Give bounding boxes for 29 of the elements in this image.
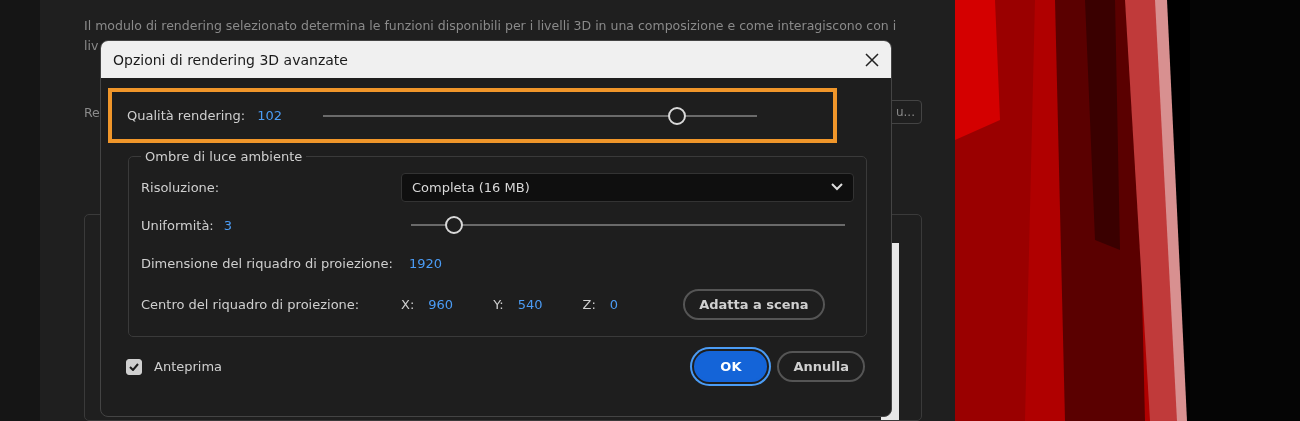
- chevron-icon: [831, 183, 843, 191]
- preview-label: Anteprima: [154, 359, 223, 374]
- slider-thumb[interactable]: [668, 106, 687, 125]
- resolution-dropdown[interactable]: Completa (16 MB): [401, 172, 854, 202]
- coordinate-value[interactable]: 960: [428, 296, 454, 312]
- slider-thumb[interactable]: [445, 216, 464, 234]
- size-value[interactable]: 1920: [408, 255, 442, 271]
- coordinate-value[interactable]: 0: [609, 296, 619, 312]
- field-label: Re: [84, 104, 100, 120]
- coordinate-value[interactable]: 540: [517, 296, 543, 312]
- dialog-title: Opzioni di rendering 3D avanzate: [113, 51, 348, 68]
- axis-label: X:: [401, 296, 415, 312]
- cancel-button[interactable]: Annulla: [777, 351, 865, 382]
- fit-scene-button[interactable]: Adatta a scena: [683, 288, 825, 320]
- uniformity-label: Uniformità:: [141, 217, 214, 233]
- size-label: Dimensione del riquadro di proiezione:: [141, 255, 393, 271]
- check-icon: [129, 362, 139, 371]
- resolution-label: Risoluzione:: [141, 179, 220, 195]
- axis-label: Z:: [582, 296, 596, 312]
- description-text: liv: [84, 37, 99, 55]
- close-icon[interactable]: [865, 52, 879, 67]
- center-label: Centro del riquadro di proiezione:: [141, 296, 361, 312]
- quality-label: Qualità rendering:: [127, 108, 246, 123]
- axis-label: Y:: [493, 296, 504, 312]
- description-text: Il modulo di rendering selezionato determina le funzioni disponibili per i livelli 3D in una composizione e come interagiscono con i: [84, 17, 897, 35]
- quality-value[interactable]: 102: [257, 108, 324, 123]
- uniformity-value[interactable]: 3: [223, 217, 232, 233]
- group-title: Ombre di luce ambiente: [144, 149, 304, 164]
- preview-checkbox[interactable]: [126, 358, 142, 375]
